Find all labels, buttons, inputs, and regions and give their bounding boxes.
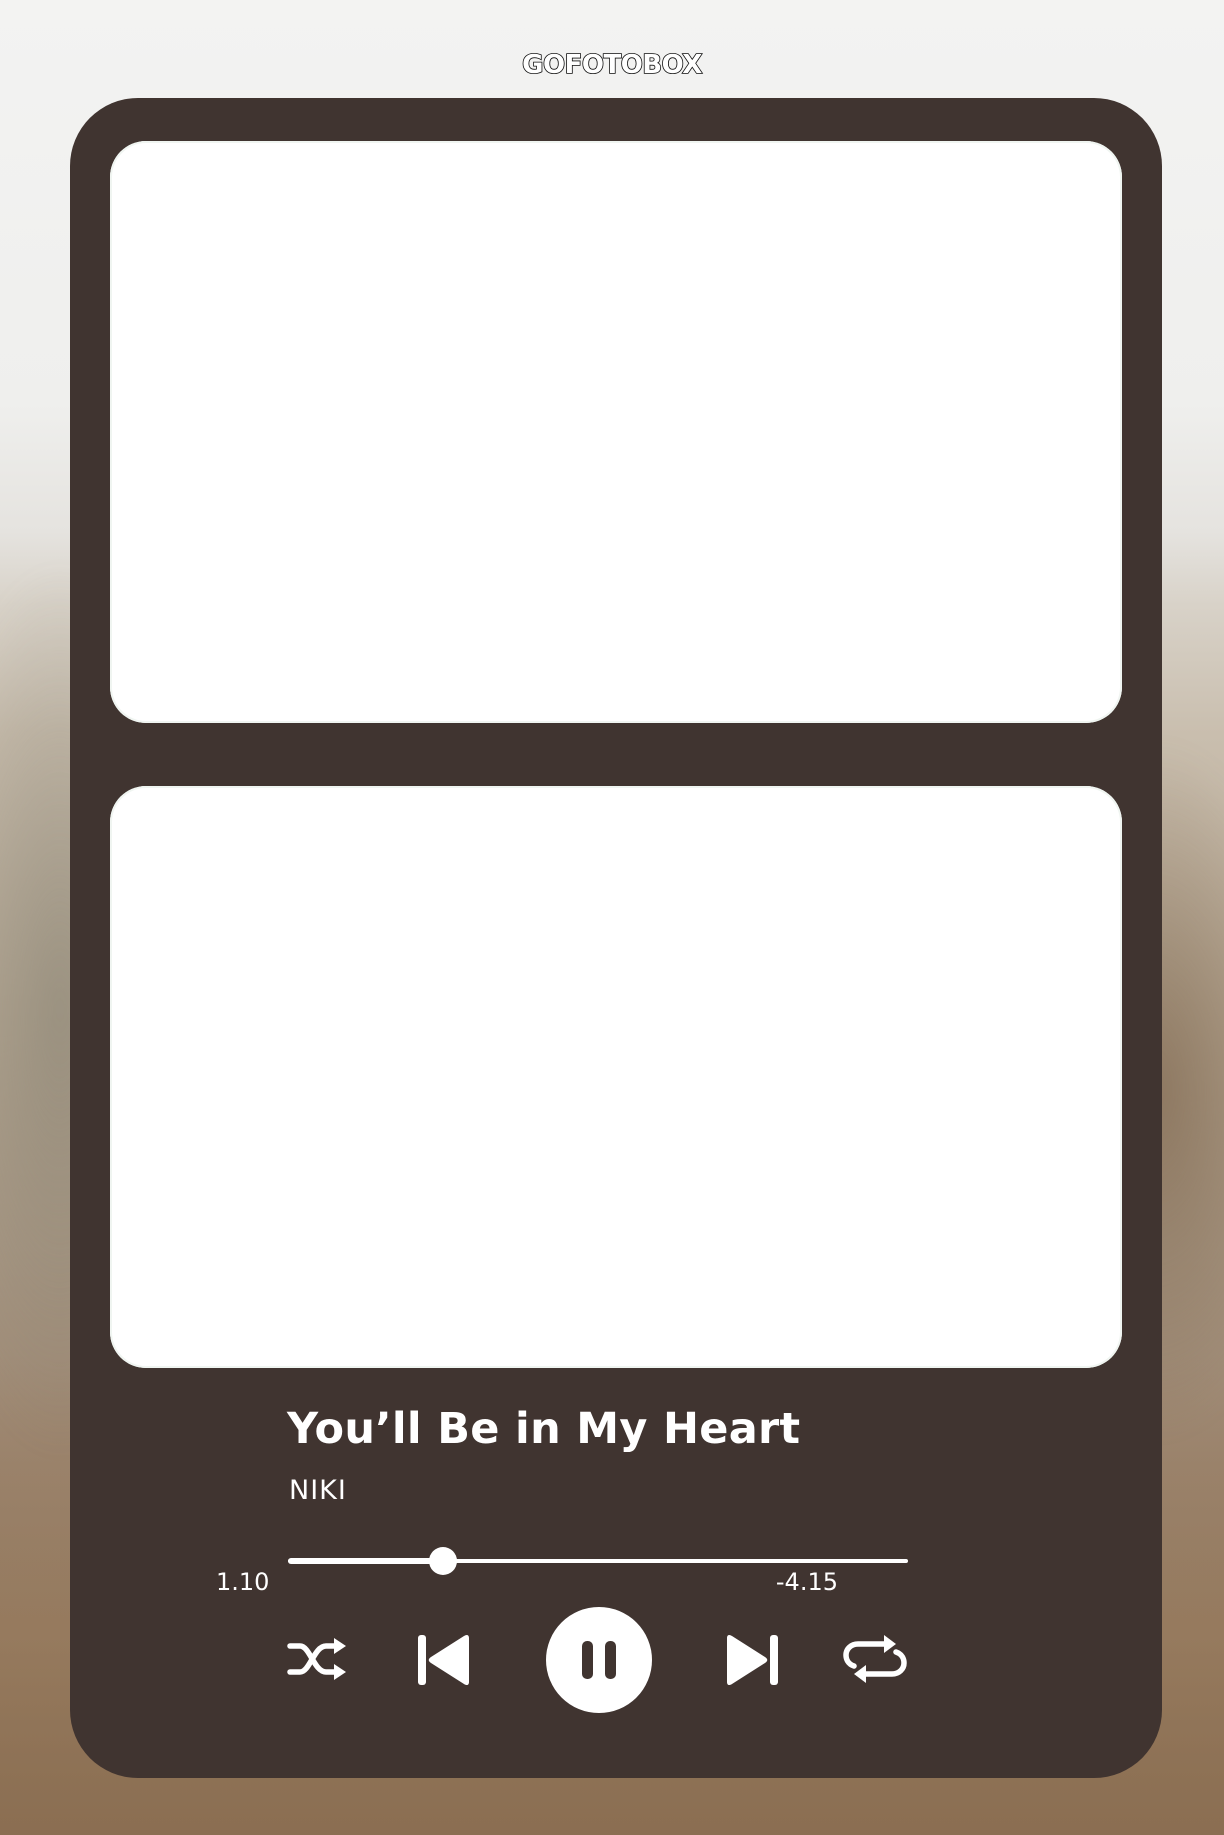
skip-next-icon[interactable] <box>724 1633 780 1687</box>
repeat-icon[interactable] <box>842 1634 908 1684</box>
song-title: You’ll Be in My Heart <box>287 1404 801 1454</box>
progress-knob[interactable] <box>429 1547 457 1575</box>
photo-slot-2 <box>110 786 1122 1368</box>
progress-fill <box>288 1558 443 1564</box>
brand-logo: GOFOTOBOX <box>521 49 703 81</box>
artist-name: NIKI <box>289 1475 347 1506</box>
music-player-frame: You’ll Be in My Heart NIKI <box>70 98 1162 1778</box>
skip-previous-icon[interactable] <box>416 1633 472 1687</box>
remaining-time: -4.15 <box>775 1568 838 1596</box>
elapsed-time: 1.10 <box>216 1568 270 1596</box>
photo-slot-1 <box>110 141 1122 723</box>
pause-icon[interactable] <box>545 1606 653 1714</box>
shuffle-icon[interactable] <box>286 1634 348 1684</box>
